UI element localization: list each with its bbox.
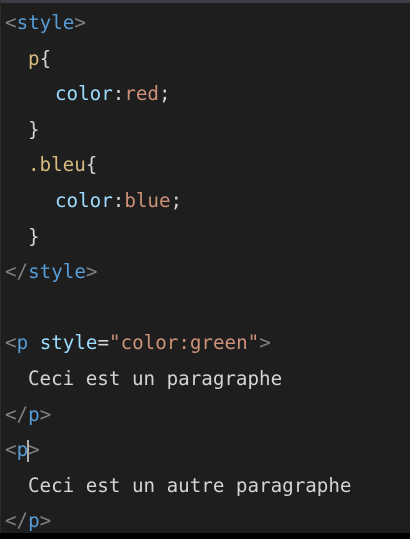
code-line-14: Ceci est un autre paragraphe (5, 468, 410, 504)
attribute-name: style (39, 331, 98, 355)
css-selector-p: p (28, 46, 40, 70)
code-line-8: </style> (5, 254, 410, 290)
colon: : (112, 188, 125, 212)
brace: } (28, 224, 40, 248)
tag-bracket: < (5, 438, 17, 462)
code-line-7: } (5, 219, 410, 255)
code-line-4: } (5, 112, 410, 148)
css-value: blue (124, 188, 171, 212)
code-line-5: .bleu{ (5, 147, 410, 183)
semicolon: ; (158, 82, 171, 106)
tag-bracket: > (74, 11, 86, 34)
css-property: color (55, 82, 113, 106)
code-editor[interactable]: <style> p{ color:red; } .bleu{ color:blu… (0, 0, 410, 533)
tag-name-style: style (16, 11, 75, 34)
code-line-12: </p> (5, 397, 410, 433)
tag-bracket: </ (5, 402, 29, 426)
css-selector-bleu: .bleu (28, 153, 86, 177)
equals-sign: = (97, 331, 110, 355)
tag-name-p: p (16, 331, 29, 355)
code-line-9-empty (5, 290, 410, 326)
code-line-2: p{ (5, 41, 410, 77)
text-content: Ceci est un paragraphe (28, 366, 283, 390)
code-line-10: <p style="color:green"> (5, 325, 410, 361)
code-line-1: <style> (5, 5, 410, 41)
tag-bracket: </ (5, 509, 29, 533)
tag-bracket: > (39, 402, 52, 426)
code-area[interactable]: <style> p{ color:red; } .bleu{ color:blu… (1, 3, 410, 539)
text-content: Ceci est un autre paragraphe (28, 473, 352, 497)
tag-bracket: </ (5, 260, 29, 284)
css-value: red (124, 82, 159, 106)
code-line-13: <p> (5, 432, 410, 468)
code-line-6: color:blue; (5, 183, 410, 219)
code-line-3: color:red; (5, 76, 410, 112)
brace: { (85, 153, 98, 177)
css-property: color (55, 188, 113, 212)
tag-bracket: < (5, 331, 17, 355)
tag-bracket: > (85, 260, 98, 284)
tag-name-p: p (28, 509, 40, 533)
colon: : (112, 82, 125, 106)
tag-bracket: > (259, 331, 271, 355)
tag-bracket: > (28, 438, 40, 462)
code-line-11: Ceci est un paragraphe (5, 361, 410, 397)
tag-bracket: > (39, 509, 52, 533)
semicolon: ; (170, 188, 183, 212)
brace: { (39, 46, 52, 70)
brace: } (28, 117, 40, 141)
code-line-15: </p> (5, 503, 410, 539)
attribute-value: "color:green" (109, 331, 260, 355)
tag-name-style: style (28, 260, 86, 284)
tag-name-p: p (28, 402, 40, 426)
tag-bracket: < (5, 11, 17, 34)
